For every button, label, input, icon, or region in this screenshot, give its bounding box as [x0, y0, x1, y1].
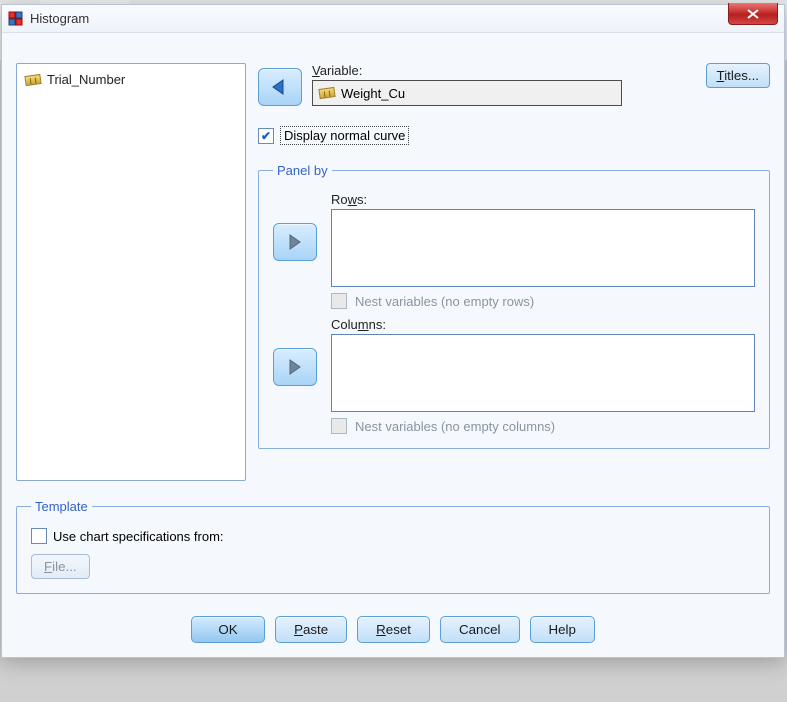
- nest-columns-checkbox: ✔: [331, 418, 347, 434]
- variable-label: Variable:: [312, 63, 622, 78]
- arrow-right-icon: [284, 233, 306, 251]
- titles-button[interactable]: Titles...: [706, 63, 770, 88]
- cancel-button[interactable]: Cancel: [440, 616, 520, 643]
- reset-button[interactable]: Reset: [357, 616, 430, 643]
- nest-rows-checkbox: ✔: [331, 293, 347, 309]
- file-button: File...: [31, 554, 90, 579]
- paste-button[interactable]: Paste: [275, 616, 347, 643]
- app-icon: [8, 11, 24, 27]
- nest-rows-label: Nest variables (no empty rows): [355, 294, 534, 309]
- use-chart-spec-checkbox[interactable]: ✔: [31, 528, 47, 544]
- template-legend: Template: [31, 499, 92, 514]
- rows-listbox[interactable]: [331, 209, 755, 287]
- variable-field[interactable]: Weight_Cu: [312, 80, 622, 106]
- variable-value: Weight_Cu: [341, 86, 405, 101]
- display-normal-curve-label: Display normal curve: [280, 126, 409, 145]
- help-button[interactable]: Help: [530, 616, 595, 643]
- template-group: Template ✔ Use chart specifications from…: [16, 499, 770, 594]
- ok-button[interactable]: OK: [191, 616, 265, 643]
- source-var-label: Trial_Number: [47, 72, 125, 87]
- dialog-button-row: OK Paste Reset Cancel Help: [16, 616, 770, 643]
- panel-by-group: Panel by: [258, 163, 770, 449]
- histogram-dialog: Histogram Trial_Number Titles...: [1, 4, 785, 658]
- move-variable-button[interactable]: [258, 68, 302, 106]
- close-icon: [747, 9, 759, 19]
- scale-icon: [24, 73, 41, 85]
- scale-icon: [318, 87, 335, 99]
- nest-columns-label: Nest variables (no empty columns): [355, 419, 555, 434]
- rows-label: Rows:: [331, 192, 755, 207]
- columns-listbox[interactable]: [331, 334, 755, 412]
- move-to-columns-button[interactable]: [273, 348, 317, 386]
- titlebar: Histogram: [2, 5, 784, 33]
- move-to-rows-button[interactable]: [273, 223, 317, 261]
- close-button[interactable]: [728, 3, 778, 25]
- columns-label: Columns:: [331, 317, 755, 332]
- arrow-right-icon: [284, 358, 306, 376]
- arrow-left-icon: [269, 78, 291, 96]
- list-item[interactable]: Trial_Number: [23, 70, 239, 89]
- panel-by-legend: Panel by: [273, 163, 332, 178]
- window-title: Histogram: [30, 11, 89, 26]
- use-chart-spec-label: Use chart specifications from:: [53, 529, 224, 544]
- display-normal-curve-checkbox[interactable]: ✔: [258, 128, 274, 144]
- source-variable-list[interactable]: Trial_Number: [16, 63, 246, 481]
